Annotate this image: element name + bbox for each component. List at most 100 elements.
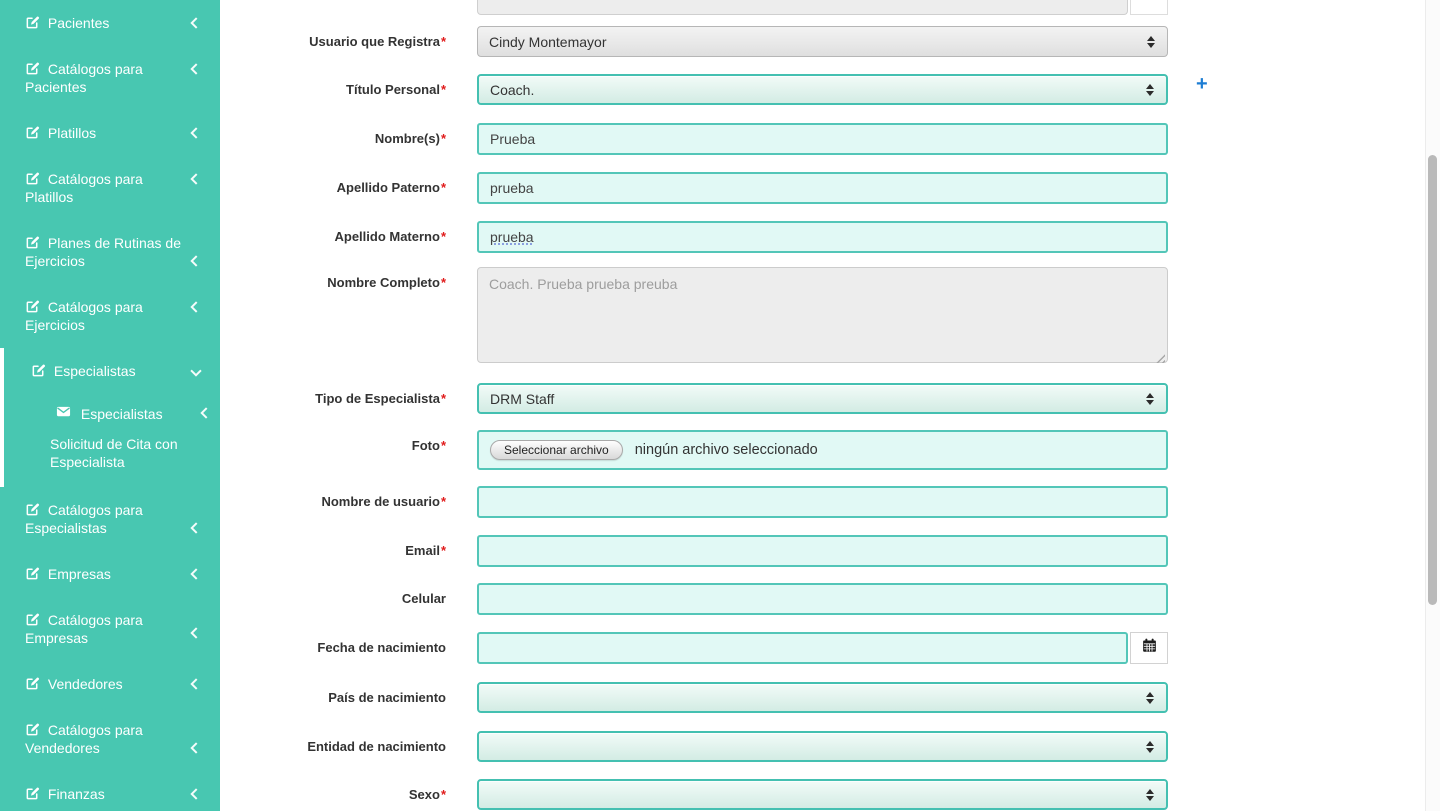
form-row-fecha-nacimiento: Fecha de nacimiento: [220, 632, 1440, 664]
entidad-nacimiento-select[interactable]: [477, 731, 1168, 762]
sidebar-item-empresas[interactable]: Empresas: [0, 551, 220, 597]
edit-icon: [25, 61, 40, 76]
form-row-celular: Celular: [220, 583, 1440, 615]
cut-off-input[interactable]: [477, 0, 1128, 15]
sidebar-item-label: Empresas: [48, 566, 111, 582]
sidebar-item-catalogos-empresas[interactable]: Catálogos para Empresas: [0, 597, 220, 661]
celular-input[interactable]: [477, 583, 1168, 615]
apellido-paterno-input[interactable]: [477, 172, 1168, 204]
sidebar-item-label: Especialistas: [54, 363, 136, 379]
field-label: Apellido Paterno*: [220, 172, 446, 204]
sidebar-item-label: Pacientes: [48, 15, 109, 31]
select-arrows-icon: [1146, 789, 1154, 801]
chevron-left-icon: [190, 17, 201, 28]
nombre-usuario-input[interactable]: [477, 486, 1168, 518]
sidebar-submenu-especialistas: Especialistas Solicitud de Cita con Espe…: [0, 394, 220, 487]
edit-icon: [25, 235, 40, 250]
email-input[interactable]: [477, 535, 1168, 567]
sidebar-item-label: Catálogos para Ejercicios: [25, 299, 143, 333]
pais-nacimiento-select[interactable]: [477, 682, 1168, 713]
scrollbar-track[interactable]: [1425, 0, 1440, 811]
sidebar-item-especialistas[interactable]: Especialistas: [0, 348, 220, 394]
form-row-pais-nacimiento: País de nacimiento: [220, 682, 1440, 713]
chevron-left-icon: [190, 301, 201, 312]
nombre-completo-textarea[interactable]: Coach. Prueba prueba preuba: [477, 267, 1168, 363]
field-label: Usuario que Registra*: [220, 26, 446, 57]
sidebar-subitem-solicitud-cita[interactable]: Solicitud de Cita con Especialista: [0, 427, 220, 475]
sidebar-item-platillos[interactable]: Platillos: [0, 110, 220, 156]
nombres-input[interactable]: [477, 123, 1168, 155]
required-asterisk: *: [441, 494, 446, 509]
chevron-left-icon: [190, 678, 201, 689]
sidebar-item-label: Platillos: [48, 125, 96, 141]
select-arrows-icon: [1146, 741, 1154, 753]
field-label: Apellido Materno*: [220, 221, 446, 253]
select-arrows-icon: [1146, 84, 1154, 96]
edit-icon: [25, 676, 40, 691]
form-row-email: Email*: [220, 535, 1440, 567]
select-arrows-icon: [1146, 692, 1154, 704]
usuario-que-registra-select[interactable]: Cindy Montemayor: [477, 26, 1168, 57]
form-row-entidad-nacimiento: Entidad de nacimiento: [220, 731, 1440, 762]
select-arrows-icon: [1146, 393, 1154, 405]
sidebar-item-label: Catálogos para Platillos: [25, 171, 143, 205]
chevron-left-icon: [190, 522, 201, 533]
form-row-cutoff: [220, 0, 1440, 15]
sidebar-subitem-especialistas[interactable]: Especialistas: [0, 400, 220, 427]
field-label: Nombre Completo*: [220, 267, 446, 368]
form-row-usuario-registra: Usuario que Registra* Cindy Montemayor: [220, 26, 1440, 57]
sidebar-item-catalogos-especialistas[interactable]: Catálogos para Especialistas: [0, 487, 220, 551]
field-label: Nombre(s)*: [220, 123, 446, 155]
add-title-button[interactable]: +: [1196, 74, 1208, 94]
chevron-left-icon: [190, 742, 201, 753]
sidebar-item-planes-rutinas[interactable]: Planes de Rutinas de Ejercicios: [0, 220, 220, 284]
fecha-nacimiento-input[interactable]: [477, 632, 1128, 664]
chevron-left-icon: [200, 407, 211, 418]
edit-icon: [25, 125, 40, 140]
foto-field: Seleccionar archivo ningún archivo selec…: [477, 430, 1168, 470]
sidebar-item-label: Planes de Rutinas de Ejercicios: [25, 235, 181, 269]
edit-icon: [25, 171, 40, 186]
chevron-left-icon: [190, 627, 201, 638]
sidebar-item-catalogos-pacientes[interactable]: Catálogos para Pacientes: [0, 46, 220, 110]
field-label: Título Personal*: [220, 74, 446, 105]
sidebar-item-catalogos-ejercicios[interactable]: Catálogos para Ejercicios: [0, 284, 220, 348]
edit-icon: [25, 722, 40, 737]
field-label: Celular: [220, 583, 446, 615]
sidebar-item-vendedores[interactable]: Vendedores: [0, 661, 220, 707]
field-label: País de nacimiento: [220, 682, 446, 713]
sidebar-subitem-label: Solicitud de Cita con Especialista: [50, 436, 178, 470]
chevron-left-icon: [190, 788, 201, 799]
sidebar-item-catalogos-platillos[interactable]: Catálogos para Platillos: [0, 156, 220, 220]
field-label: Email*: [220, 535, 446, 567]
calendar-button[interactable]: [1130, 632, 1168, 664]
required-asterisk: *: [441, 438, 446, 453]
sidebar-item-catalogos-vendedores[interactable]: Catálogos para Vendedores: [0, 707, 220, 771]
file-select-button[interactable]: Seleccionar archivo: [490, 440, 623, 460]
required-asterisk: *: [441, 180, 446, 195]
scrollbar-thumb[interactable]: [1428, 155, 1437, 605]
required-asterisk: *: [441, 787, 446, 802]
field-label: Entidad de nacimiento: [220, 731, 446, 762]
select-arrows-icon: [1147, 36, 1155, 48]
required-asterisk: *: [441, 34, 446, 49]
chevron-left-icon: [190, 63, 201, 74]
tipo-especialista-select[interactable]: DRM Staff: [477, 383, 1168, 414]
required-asterisk: *: [441, 275, 446, 290]
required-asterisk: *: [441, 131, 446, 146]
field-label: Sexo*: [220, 779, 446, 810]
sexo-select[interactable]: [477, 779, 1168, 810]
field-label: Foto*: [220, 430, 446, 470]
sidebar-item-finanzas[interactable]: Finanzas: [0, 771, 220, 811]
envelope-icon: [56, 406, 71, 422]
required-asterisk: *: [441, 229, 446, 244]
specialist-form: Usuario que Registra* Cindy Montemayor T…: [220, 0, 1440, 811]
sidebar-item-pacientes[interactable]: Pacientes: [0, 0, 220, 46]
sidebar-item-label: Vendedores: [48, 676, 123, 692]
chevron-left-icon: [190, 127, 201, 138]
apellido-materno-input[interactable]: [477, 221, 1168, 253]
cut-off-addon-button[interactable]: [1130, 0, 1168, 15]
sidebar: Pacientes Catálogos para Pacientes Plati…: [0, 0, 220, 811]
titulo-personal-select[interactable]: Coach.: [477, 74, 1168, 105]
chevron-left-icon: [190, 255, 201, 266]
